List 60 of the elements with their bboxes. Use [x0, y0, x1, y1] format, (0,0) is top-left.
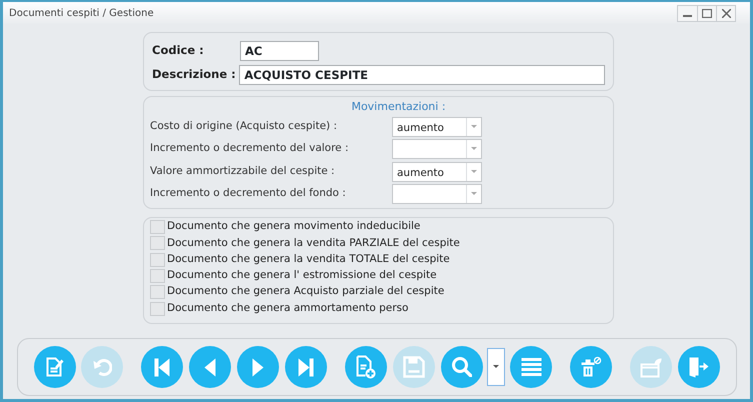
minimize-icon	[683, 15, 692, 17]
dropdown-field[interactable]: aumento	[392, 162, 482, 182]
close-icon	[722, 8, 730, 18]
field-label: Costo di origine (Acquisto cespite) :	[150, 118, 338, 134]
checkbox-label: Documento che genera l' estromissione del cespite	[167, 268, 437, 284]
field-label: Valore ammortizzabile del cespite :	[150, 164, 336, 179]
caret-icon	[471, 170, 477, 174]
field-label: Descrizione :	[152, 66, 237, 84]
dropdown-field[interactable]	[392, 139, 482, 160]
checkbox-label: Documento che genera Acquisto parziale del cespite	[167, 284, 444, 300]
dropdown-button[interactable]	[487, 348, 505, 386]
toolbar-button[interactable]	[510, 346, 552, 388]
text-field[interactable]: ACQUISTO CESPITE	[239, 65, 605, 85]
caret-icon	[471, 124, 477, 129]
caret-icon	[471, 147, 477, 152]
checkbox-label: Documento che genera ammortamento perso	[167, 300, 408, 316]
caret-icon	[471, 192, 477, 196]
toolbar-button[interactable]	[678, 346, 720, 388]
toolbar-button[interactable]	[141, 346, 183, 388]
checkbox[interactable]	[150, 220, 165, 234]
checkbox[interactable]	[150, 269, 165, 284]
checkbox[interactable]	[150, 236, 165, 250]
toolbar-button[interactable]	[285, 346, 327, 388]
toolbar-button[interactable]	[570, 346, 612, 388]
checkbox-label: Documento che genera la vendita PARZIALE del cespite	[167, 236, 460, 251]
caret-icon	[493, 365, 499, 369]
document-edit-icon	[46, 357, 64, 377]
field-label: Codice :	[152, 42, 205, 60]
checkbox[interactable]	[150, 252, 165, 267]
dropdown-field[interactable]: aumento	[392, 116, 482, 137]
document-add-icon	[356, 354, 376, 380]
list-icon	[520, 358, 542, 376]
checkbox-label: Documento che genera la vendita TOTALE del cespite	[167, 252, 450, 267]
toolbar-button[interactable]	[237, 346, 279, 388]
dropdown-field[interactable]	[392, 184, 482, 204]
field-label: Incremento o decremento del fondo :	[150, 186, 347, 202]
previous-icon	[203, 356, 217, 378]
checkbox[interactable]	[150, 302, 165, 316]
window-title: Documenti cespiti / Gestione	[9, 6, 154, 20]
toolbar-button[interactable]	[345, 346, 387, 388]
next-icon	[251, 356, 265, 378]
field-label: Incremento o decremento del valore :	[150, 141, 350, 156]
window-leaf-icon	[640, 356, 662, 378]
skip-first-icon	[153, 356, 171, 378]
undo-icon	[92, 358, 112, 376]
trash-icon	[580, 356, 602, 378]
minimize-button[interactable]	[678, 6, 697, 20]
toolbar-button[interactable]	[34, 346, 76, 388]
toolbar-button[interactable]	[189, 346, 231, 388]
close-button[interactable]	[716, 6, 735, 20]
section-title: Movimentazioni :	[350, 99, 447, 115]
search-icon	[452, 356, 472, 378]
exit-door-icon	[688, 356, 710, 378]
skip-last-icon	[297, 356, 315, 378]
maximize-button[interactable]	[697, 6, 716, 20]
text-field[interactable]: AC	[240, 41, 319, 61]
checkbox-label: Documento che genera movimento indeducibile	[167, 219, 420, 234]
maximize-icon	[702, 8, 712, 18]
checkbox[interactable]	[150, 285, 165, 300]
toolbar-button[interactable]	[441, 346, 483, 388]
